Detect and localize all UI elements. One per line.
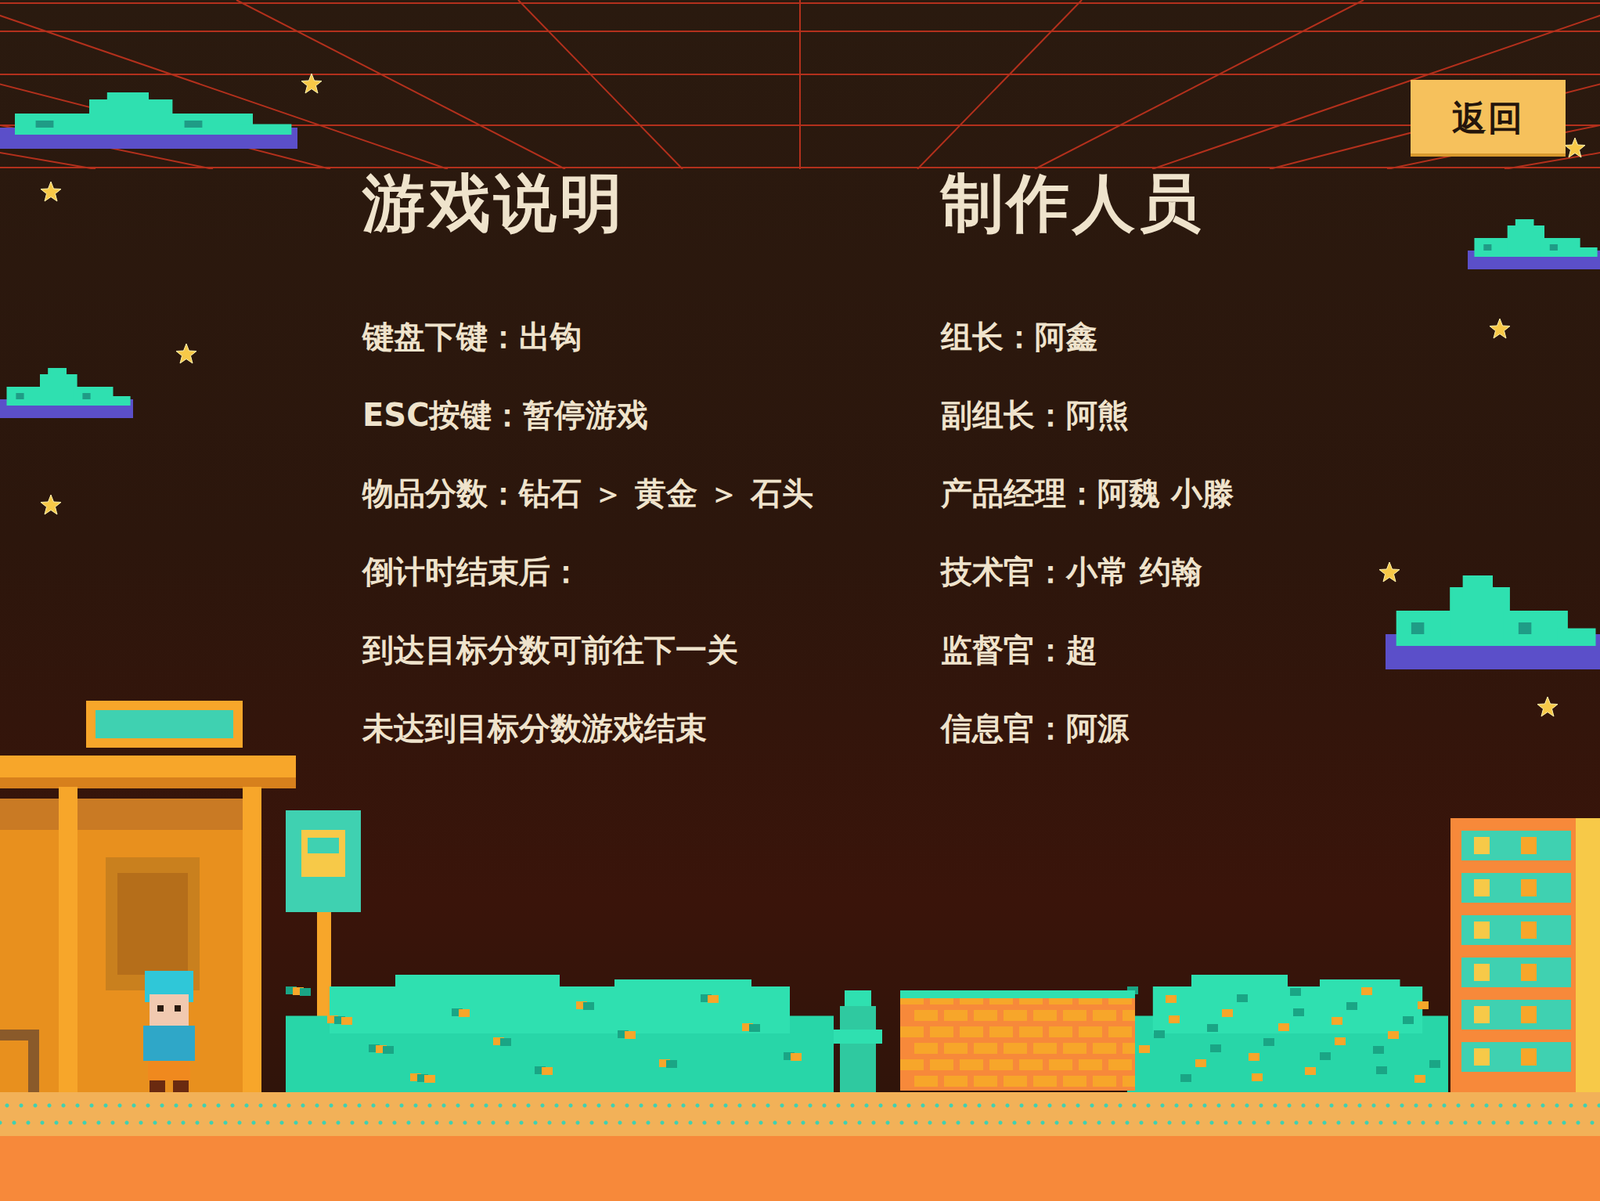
credit-line: 组长：阿鑫 bbox=[940, 297, 1520, 376]
credit-line: 技术官：小常 约翰 bbox=[940, 532, 1520, 611]
star-icon bbox=[300, 72, 323, 95]
cloud-icon bbox=[0, 92, 298, 149]
cloud-icon bbox=[1467, 219, 1600, 270]
credit-line: 监督官：超 bbox=[940, 610, 1520, 689]
credit-line: 副组长：阿熊 bbox=[940, 375, 1520, 455]
instruction-line: 键盘下键：出钩 bbox=[362, 297, 941, 376]
credit-line: 产品经理：阿魏 小滕 bbox=[940, 454, 1520, 533]
star-icon bbox=[1488, 317, 1511, 340]
credits-panel: 制作人员组长：阿鑫副组长：阿熊产品经理：阿魏 小滕技术官：小常 约翰监督官：超信… bbox=[940, 172, 1520, 768]
star-icon bbox=[39, 180, 62, 203]
ground bbox=[0, 1091, 1600, 1201]
game-screen: 返回 游戏说明键盘下键：出钩ESC按键：暂停游戏物品分数：钻石 ＞ 黄金 ＞ 石… bbox=[0, 0, 1600, 1201]
planter-icon bbox=[900, 990, 1136, 1091]
content-columns: 游戏说明键盘下键：出钩ESC按键：暂停游戏物品分数：钻石 ＞ 黄金 ＞ 石头倒计… bbox=[0, 172, 1600, 768]
instruction-line: 到达目标分数可前往下一关 bbox=[362, 610, 941, 689]
bush-icon bbox=[285, 974, 834, 1092]
bus-stop-icon bbox=[0, 700, 298, 1092]
star-icon bbox=[39, 493, 62, 516]
instructions-panel: 游戏说明键盘下键：出钩ESC按键：暂停游戏物品分数：钻石 ＞ 黄金 ＞ 石头倒计… bbox=[362, 172, 941, 768]
bus-sign-icon bbox=[285, 810, 361, 1092]
star-icon bbox=[1536, 695, 1559, 718]
background-scene bbox=[0, 0, 1600, 1201]
instruction-line: ESC按键：暂停游戏 bbox=[362, 375, 941, 455]
cloud-icon bbox=[1385, 575, 1600, 670]
instruction-line: 倒计时结束后： bbox=[362, 532, 941, 611]
credit-line: 信息官：阿源 bbox=[940, 688, 1520, 768]
star-icon bbox=[1378, 561, 1401, 584]
instructions-title: 游戏说明 bbox=[362, 172, 941, 235]
building-icon bbox=[1450, 818, 1600, 1092]
back-button[interactable]: 返回 bbox=[1410, 79, 1566, 157]
player-character-icon bbox=[136, 970, 202, 1092]
star-icon bbox=[1563, 136, 1586, 159]
instruction-line: 物品分数：钻石 ＞ 黄金 ＞ 石头 bbox=[362, 454, 941, 533]
grid-ceiling-icon bbox=[0, 0, 1600, 170]
bush-icon bbox=[1127, 974, 1449, 1092]
star-icon bbox=[175, 342, 198, 365]
instruction-line: 未达到目标分数游戏结束 bbox=[362, 688, 941, 768]
credits-title: 制作人员 bbox=[940, 172, 1520, 235]
cloud-icon bbox=[0, 367, 134, 419]
fire-hydrant-icon bbox=[833, 990, 883, 1092]
